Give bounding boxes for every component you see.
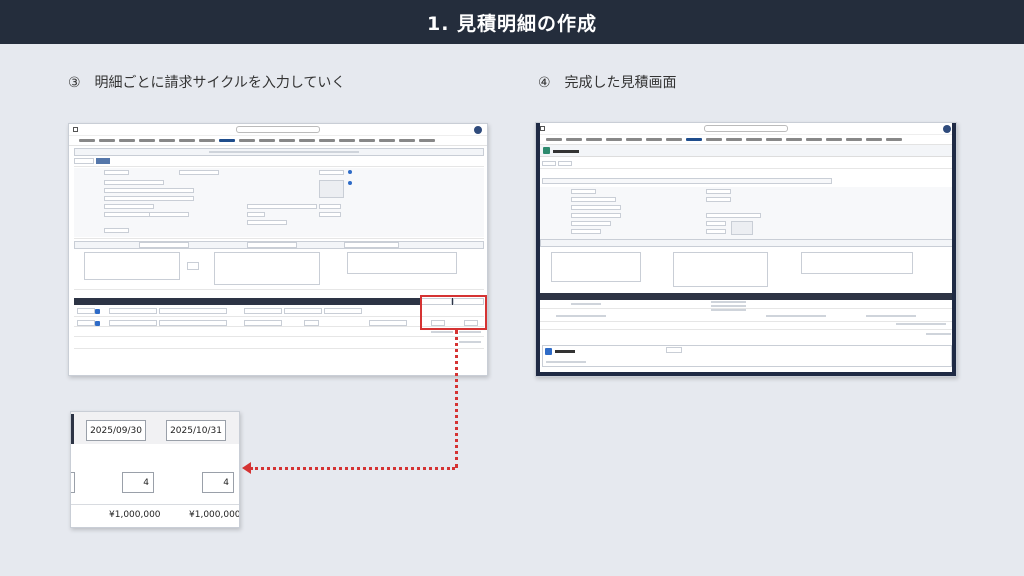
app-header	[69, 124, 487, 136]
amount-value-1: ¥1,000,000	[109, 510, 161, 520]
screenshot-completed-quote	[535, 122, 957, 377]
tab-detail	[542, 161, 556, 166]
notes-box-3	[801, 252, 913, 274]
avatar	[474, 126, 482, 134]
app-header	[536, 123, 956, 135]
step-4-caption: ④ 完成した見積画面	[538, 75, 677, 91]
approval-icon	[545, 348, 552, 355]
quantity-field-2[interactable]: 4	[202, 472, 234, 493]
line-items-header	[540, 293, 954, 300]
global-search-box	[704, 125, 788, 132]
slide-title: 1. 見積明細の作成	[426, 12, 598, 35]
action-buttons-row	[542, 178, 832, 184]
notes-box-2	[214, 252, 320, 285]
record-icon	[543, 147, 550, 154]
tab-related	[558, 161, 572, 166]
global-search-box	[236, 126, 320, 133]
amount-value-2: ¥1,000,000	[189, 510, 240, 520]
amount-summary-row	[540, 239, 954, 247]
screenshot-line-item-entry	[68, 123, 488, 376]
notes-box-3	[347, 252, 457, 274]
slide-title-bar: 1. 見積明細の作成	[0, 0, 1024, 44]
billing-start-date-field[interactable]: 2025/09/30	[86, 420, 146, 441]
approval-history-panel	[542, 345, 952, 367]
notes-box-1	[551, 252, 641, 282]
app-nav-bar	[536, 135, 956, 145]
notes-box-1	[84, 252, 180, 280]
billing-end-date-field[interactable]: 2025/10/31	[166, 420, 226, 441]
avatar	[943, 125, 951, 133]
app-launcher-icon	[73, 127, 78, 132]
step-3-caption: ③ 明細ごとに請求サイクルを入力していく	[68, 75, 346, 91]
zoom-inset: 2025/09/30 2025/10/31 4 4 ¥1,000,000 ¥1,…	[70, 411, 240, 528]
tab-related	[96, 158, 110, 164]
tab-detail	[74, 158, 94, 164]
notes-box-2	[673, 252, 768, 287]
connector-dotted-vertical	[455, 330, 458, 468]
connector-dotted-horizontal	[250, 467, 455, 470]
app-nav-bar	[69, 136, 487, 146]
record-highlight-panel	[540, 145, 954, 157]
quantity-field-1[interactable]: 4	[122, 472, 154, 493]
connector-arrow-icon	[242, 462, 251, 474]
app-launcher-icon	[540, 126, 545, 131]
record-field-grid	[74, 168, 484, 237]
